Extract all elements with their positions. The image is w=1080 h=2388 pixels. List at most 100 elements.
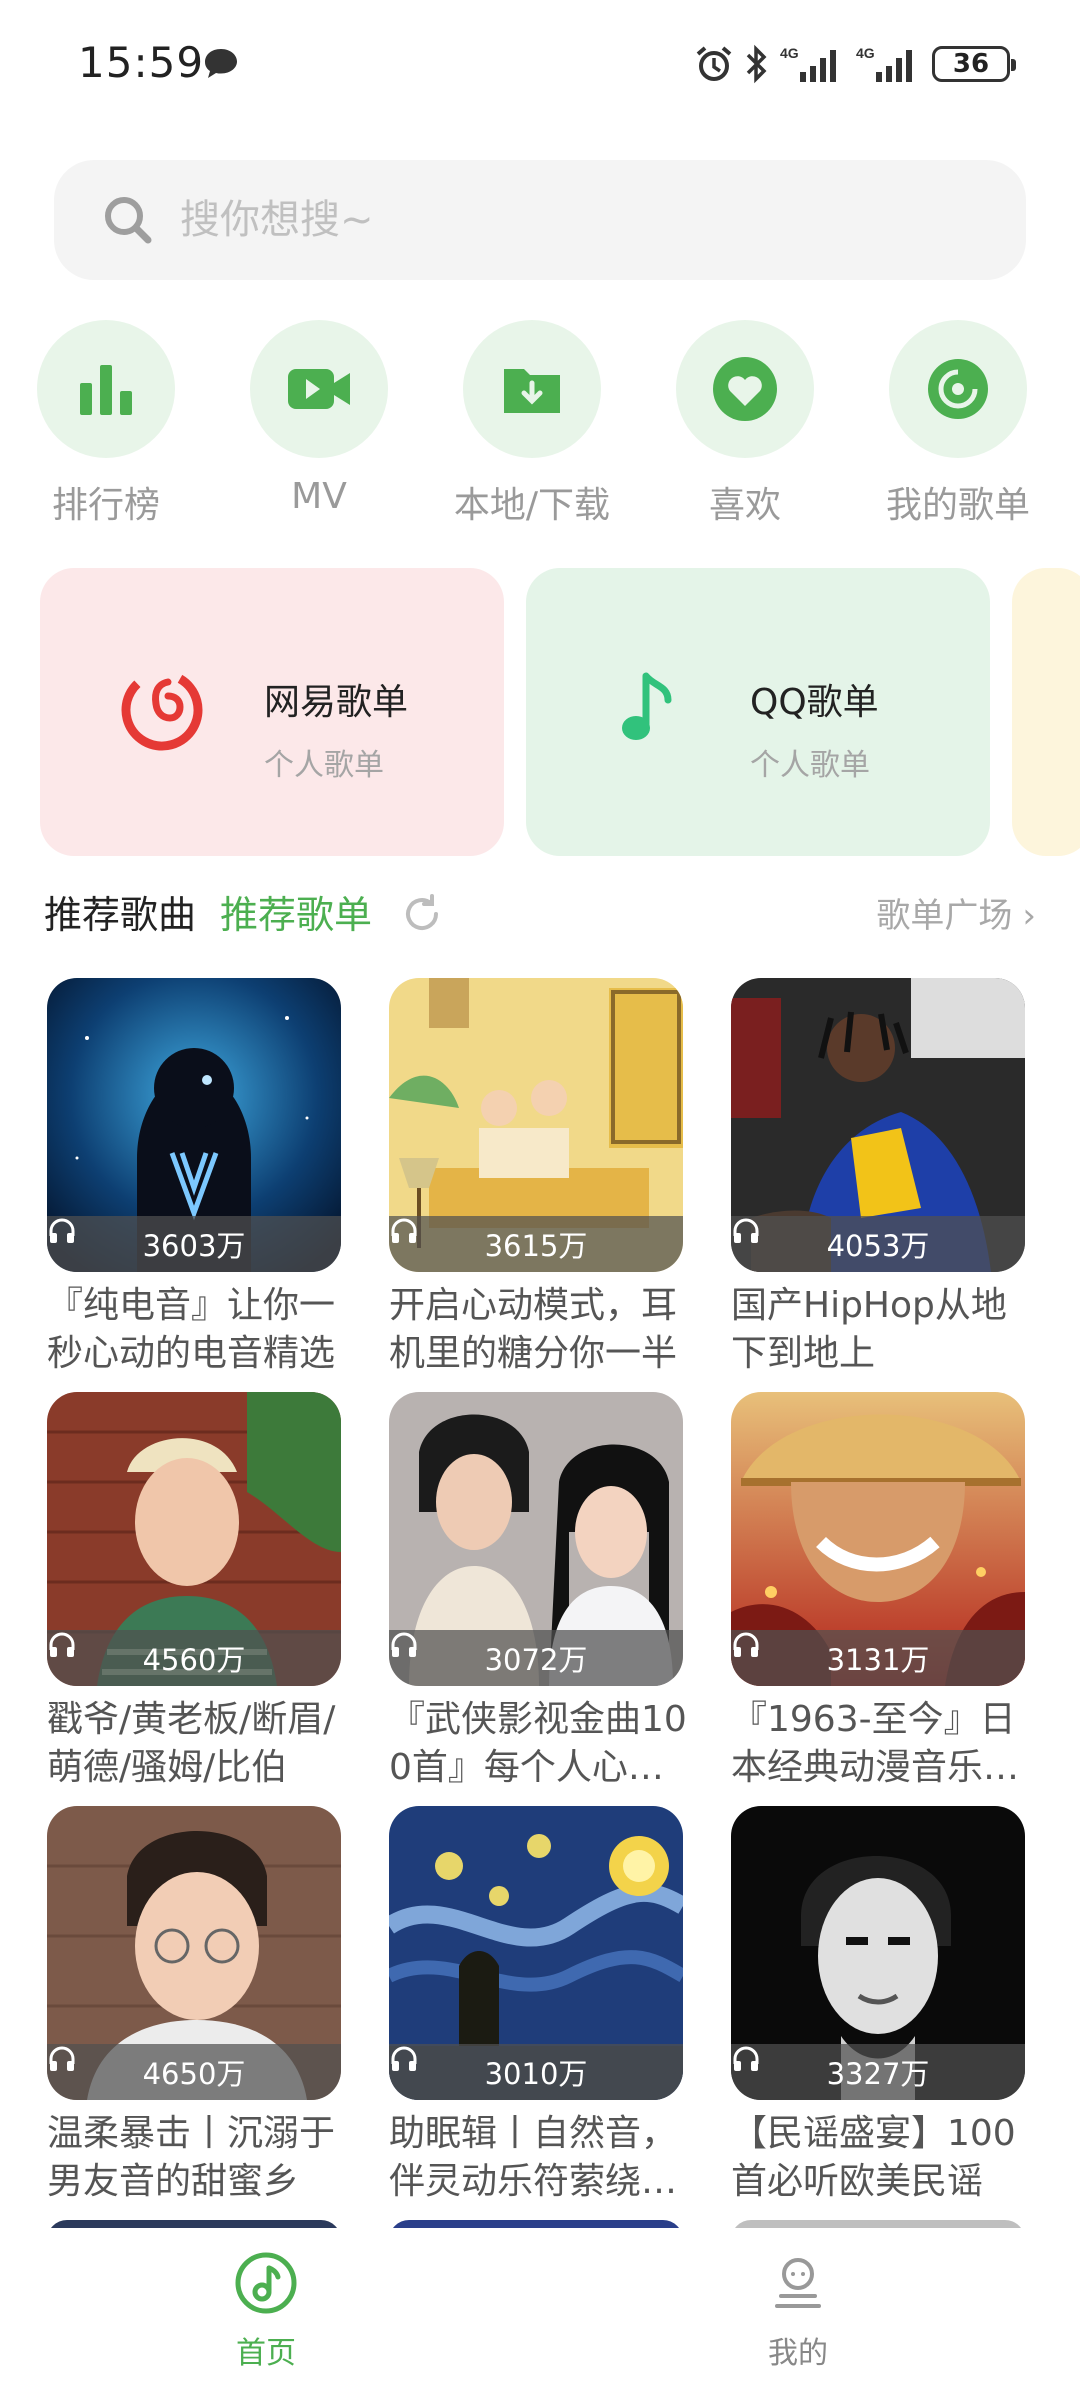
playlist-cover-peek — [389, 2220, 683, 2228]
playlist-card[interactable]: 3131万 『1963-至今』日本经典动漫音乐大全 — [731, 1392, 1025, 1792]
nav-home-label: 首页 — [236, 2336, 296, 2371]
alarm-icon — [696, 46, 732, 81]
playlist-square-label: 歌单广场 — [876, 896, 1013, 936]
playlist-card[interactable]: 4053万 国产HipHop从地下到地上 — [731, 978, 1025, 1378]
play-count: 4053万 — [731, 1216, 1025, 1272]
playlist-card[interactable]: 3603万 『纯电音』让你一秒心动的电音精选 — [47, 978, 341, 1378]
playlist-cover[interactable]: 4560万 — [47, 1392, 341, 1686]
playlist-title: 『纯电音』让你一秒心动的电音精选 — [47, 1285, 336, 1374]
status-icons: 4G 4G 36 — [694, 40, 1016, 88]
refresh-icon[interactable] — [400, 892, 444, 936]
playlist-source-cards: 网易歌单 个人歌单 QQ歌单 个人歌单 — [40, 568, 1080, 856]
playlist-card[interactable]: 3010万 助眠辑丨自然音，伴灵动乐符萦绕耳边 — [389, 1806, 683, 2206]
headphones-icon — [49, 1632, 75, 1657]
playlist-card[interactable]: 4560万 戳爷/黄老板/断眉/萌德/骚姆/比伯 — [47, 1392, 341, 1792]
playlist-cover[interactable]: 3010万 — [389, 1806, 683, 2100]
svg-text:4G: 4G — [780, 45, 799, 61]
status-time: 15:59 — [78, 38, 205, 87]
status-bar: 15:59 4G 4G 36 — [0, 0, 1080, 130]
playlist-cover[interactable]: 3072万 — [389, 1392, 683, 1686]
card-subtitle: 个人歌单 — [264, 748, 384, 783]
quick-nav: 排行榜 MV 本地/下载 喜欢 我的歌单 — [0, 320, 1080, 526]
play-count: 3131万 — [731, 1630, 1025, 1686]
chevron-right-icon: › — [1022, 896, 1036, 936]
playlist-card[interactable]: 3615万 开启心动模式，耳机里的糖分你一半 — [389, 978, 683, 1378]
qq-playlist-card[interactable]: QQ歌单 个人歌单 — [526, 568, 990, 856]
play-count-value: 3131万 — [826, 1643, 930, 1677]
quick-nav-label: 喜欢 — [708, 485, 781, 526]
play-count: 3327万 — [731, 2044, 1025, 2100]
playlist-cover[interactable]: 3327万 — [731, 1806, 1025, 2100]
playlist-title: 『武侠影视金曲100首』每个人心中的江湖 — [389, 1699, 687, 1788]
play-count-value: 4560万 — [142, 1643, 246, 1677]
quick-nav-mv[interactable]: MV — [224, 320, 414, 517]
card-title: QQ歌单 — [750, 682, 879, 723]
play-count-value: 3603万 — [142, 1229, 246, 1263]
playlist-card[interactable]: 4650万 温柔暴击丨沉溺于男友音的甜蜜乡 — [47, 1806, 341, 2206]
playlist-card[interactable]: 3072万 『武侠影视金曲100首』每个人心中的江湖 — [389, 1392, 687, 1792]
quick-nav-local-download[interactable]: 本地/下载 — [437, 320, 627, 528]
playlist-card[interactable]: 3327万 【民谣盛宴】100首必听欧美民谣 — [731, 1806, 1025, 2206]
headphones-icon — [49, 1218, 75, 1243]
playlist-cover[interactable]: 3131万 — [731, 1392, 1025, 1686]
headphones-icon — [391, 2046, 417, 2071]
play-count: 3010万 — [389, 2044, 683, 2100]
heart-icon — [713, 357, 777, 421]
play-count: 3072万 — [389, 1630, 683, 1686]
card-subtitle: 个人歌单 — [750, 748, 870, 783]
tab-recommended-playlists[interactable]: 推荐歌单 — [220, 884, 372, 939]
qq-music-note-icon — [622, 672, 672, 740]
play-count: 3603万 — [47, 1216, 341, 1272]
playlist-title: 温柔暴击丨沉溺于男友音的甜蜜乡 — [47, 2113, 336, 2202]
search-bar[interactable] — [54, 160, 1026, 280]
quick-nav-ranking[interactable]: 排行榜 — [11, 320, 201, 528]
playlist-cover[interactable]: 4650万 — [47, 1806, 341, 2100]
nav-home[interactable]: 首页 — [166, 2248, 366, 2372]
tab-recommended-songs[interactable]: 推荐歌曲 — [44, 884, 196, 939]
battery-indicator: 36 — [932, 46, 1016, 82]
quick-nav-favorites[interactable]: 喜欢 — [650, 320, 840, 528]
play-count: 3615万 — [389, 1216, 683, 1272]
disc-icon — [928, 359, 988, 419]
play-count-value: 3327万 — [826, 2057, 930, 2091]
svg-text:4G: 4G — [856, 45, 875, 61]
netease-playlist-card[interactable]: 网易歌单 个人歌单 — [40, 568, 504, 856]
quick-nav-label: 本地/下载 — [453, 485, 611, 526]
bar-chart-icon — [80, 365, 132, 415]
recommend-section-header: 推荐歌曲 推荐歌单 歌单广场 › — [0, 878, 1080, 948]
headphones-icon — [49, 2046, 75, 2071]
playlist-title: 『1963-至今』日本经典动漫音乐大全 — [731, 1699, 1020, 1788]
quick-nav-label: MV — [291, 476, 347, 517]
search-input[interactable] — [178, 196, 882, 244]
playlist-cover[interactable]: 3615万 — [389, 978, 683, 1272]
nav-mine[interactable]: 我的 — [698, 2248, 898, 2372]
quick-nav-my-playlists[interactable]: 我的歌单 — [863, 320, 1053, 528]
headphones-icon — [733, 1218, 759, 1243]
playlist-title: 戳爷/黄老板/断眉/萌德/骚姆/比伯 — [47, 1699, 336, 1788]
headphones-icon — [391, 1218, 417, 1243]
play-count-value: 3615万 — [484, 1229, 588, 1263]
next-source-card-peek[interactable] — [1012, 568, 1080, 856]
play-count-value: 3010万 — [484, 2057, 588, 2091]
netease-logo-icon — [121, 669, 203, 751]
card-title: 网易歌单 — [264, 682, 409, 723]
play-count: 4650万 — [47, 2044, 341, 2100]
bluetooth-icon — [746, 44, 767, 84]
playlist-cover[interactable]: 3603万 — [47, 978, 341, 1272]
signal-4g-icon: 4G — [780, 45, 836, 82]
playlist-square-link[interactable]: 歌单广场 › — [876, 888, 1036, 937]
quick-nav-label: 排行榜 — [51, 485, 160, 526]
play-count: 4560万 — [47, 1630, 341, 1686]
nav-mine-label: 我的 — [768, 2336, 828, 2371]
playlist-title: 国产HipHop从地下到地上 — [731, 1285, 1007, 1374]
playlist-cover[interactable]: 4053万 — [731, 978, 1025, 1272]
playlist-title: 【民谣盛宴】100首必听欧美民谣 — [731, 2113, 1016, 2202]
playlist-grid: 3603万 『纯电音』让你一秒心动的电音精选 3615万 开启心动模式，耳机里的… — [0, 978, 1080, 2228]
play-count-value: 4650万 — [142, 2057, 246, 2091]
search-icon — [105, 197, 152, 244]
quick-nav-label: 我的歌单 — [885, 485, 1030, 526]
playlist-title: 助眠辑丨自然音，伴灵动乐符萦绕耳边 — [389, 2113, 678, 2202]
bottom-nav: 首页 我的 — [0, 2228, 1080, 2388]
playlist-cover-peek — [731, 2220, 1025, 2228]
video-camera-icon — [288, 369, 350, 409]
